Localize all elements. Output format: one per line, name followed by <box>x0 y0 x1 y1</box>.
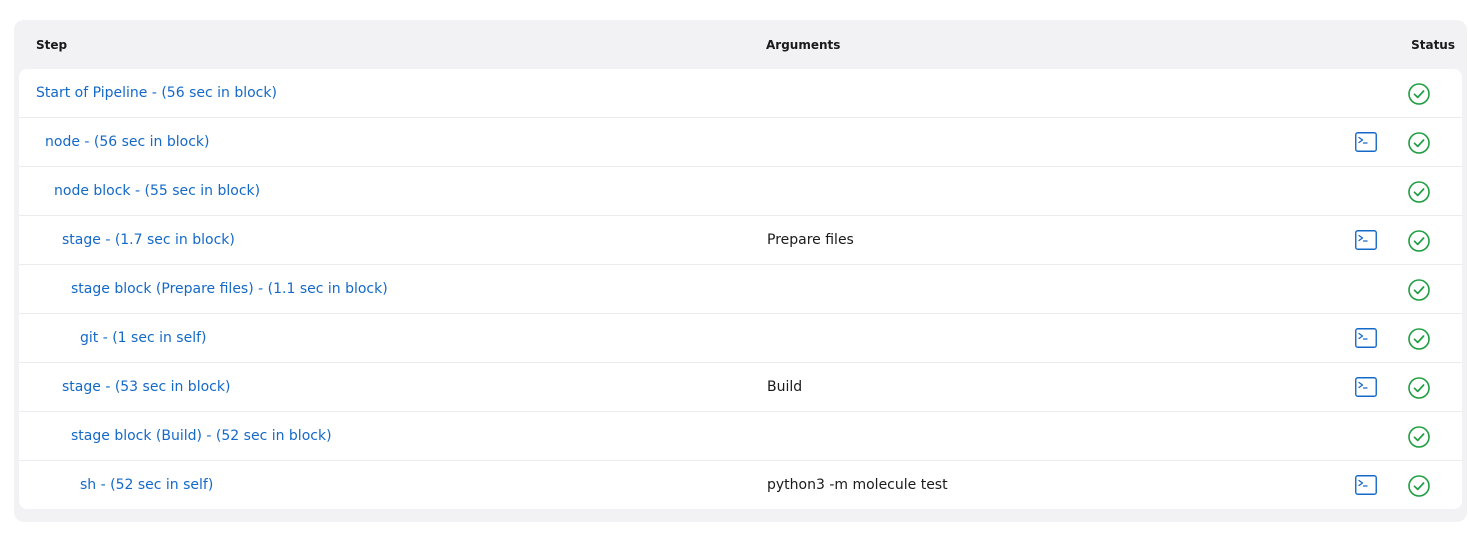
terminal-icon[interactable] <box>1355 132 1377 152</box>
pipeline-steps-table: Step Arguments Status Start of Pipeline … <box>14 20 1467 522</box>
step-link[interactable]: stage - (53 sec in block) <box>62 379 230 395</box>
terminal-icon[interactable] <box>1355 475 1377 495</box>
step-link[interactable]: Start of Pipeline - (56 sec in block) <box>36 85 277 101</box>
step-arguments: python3 -m molecule test <box>767 477 948 493</box>
check-circle-icon <box>1407 278 1431 302</box>
check-circle-icon <box>1407 229 1431 253</box>
check-circle-icon <box>1407 376 1431 400</box>
check-circle-icon <box>1407 82 1431 106</box>
table-row: stage block (Prepare files) - (1.1 sec i… <box>19 265 1462 314</box>
table-row: git - (1 sec in self) <box>19 314 1462 363</box>
check-circle-icon <box>1407 327 1431 351</box>
table-header: Step Arguments Status <box>14 20 1467 68</box>
table-row: stage - (1.7 sec in block) Prepare files <box>19 216 1462 265</box>
table-row: sh - (52 sec in self) python3 -m molecul… <box>19 461 1462 509</box>
step-arguments: Build <box>767 379 803 395</box>
terminal-icon[interactable] <box>1355 230 1377 250</box>
check-circle-icon <box>1407 131 1431 155</box>
header-step: Step <box>36 38 68 52</box>
check-circle-icon <box>1407 180 1431 204</box>
step-link[interactable]: stage - (1.7 sec in block) <box>62 232 235 248</box>
step-link[interactable]: sh - (52 sec in self) <box>80 477 213 493</box>
table-row: stage block (Build) - (52 sec in block) <box>19 412 1462 461</box>
step-arguments: Prepare files <box>767 232 854 248</box>
terminal-icon[interactable] <box>1355 377 1377 397</box>
step-link[interactable]: stage block (Prepare files) - (1.1 sec i… <box>71 281 388 297</box>
table-row: node - (56 sec in block) <box>19 118 1462 167</box>
table-row: node block - (55 sec in block) <box>19 167 1462 216</box>
step-link[interactable]: git - (1 sec in self) <box>80 330 207 346</box>
step-link[interactable]: node - (56 sec in block) <box>45 134 210 150</box>
table-row: stage - (53 sec in block) Build <box>19 363 1462 412</box>
check-circle-icon <box>1407 474 1431 498</box>
header-status: Status <box>1411 38 1455 52</box>
table-row: Start of Pipeline - (56 sec in block) <box>19 69 1462 118</box>
check-circle-icon <box>1407 425 1431 449</box>
header-arguments: Arguments <box>766 38 841 52</box>
step-link[interactable]: node block - (55 sec in block) <box>54 183 260 199</box>
table-body: Start of Pipeline - (56 sec in block) no… <box>19 69 1462 509</box>
terminal-icon[interactable] <box>1355 328 1377 348</box>
step-link[interactable]: stage block (Build) - (52 sec in block) <box>71 428 332 444</box>
